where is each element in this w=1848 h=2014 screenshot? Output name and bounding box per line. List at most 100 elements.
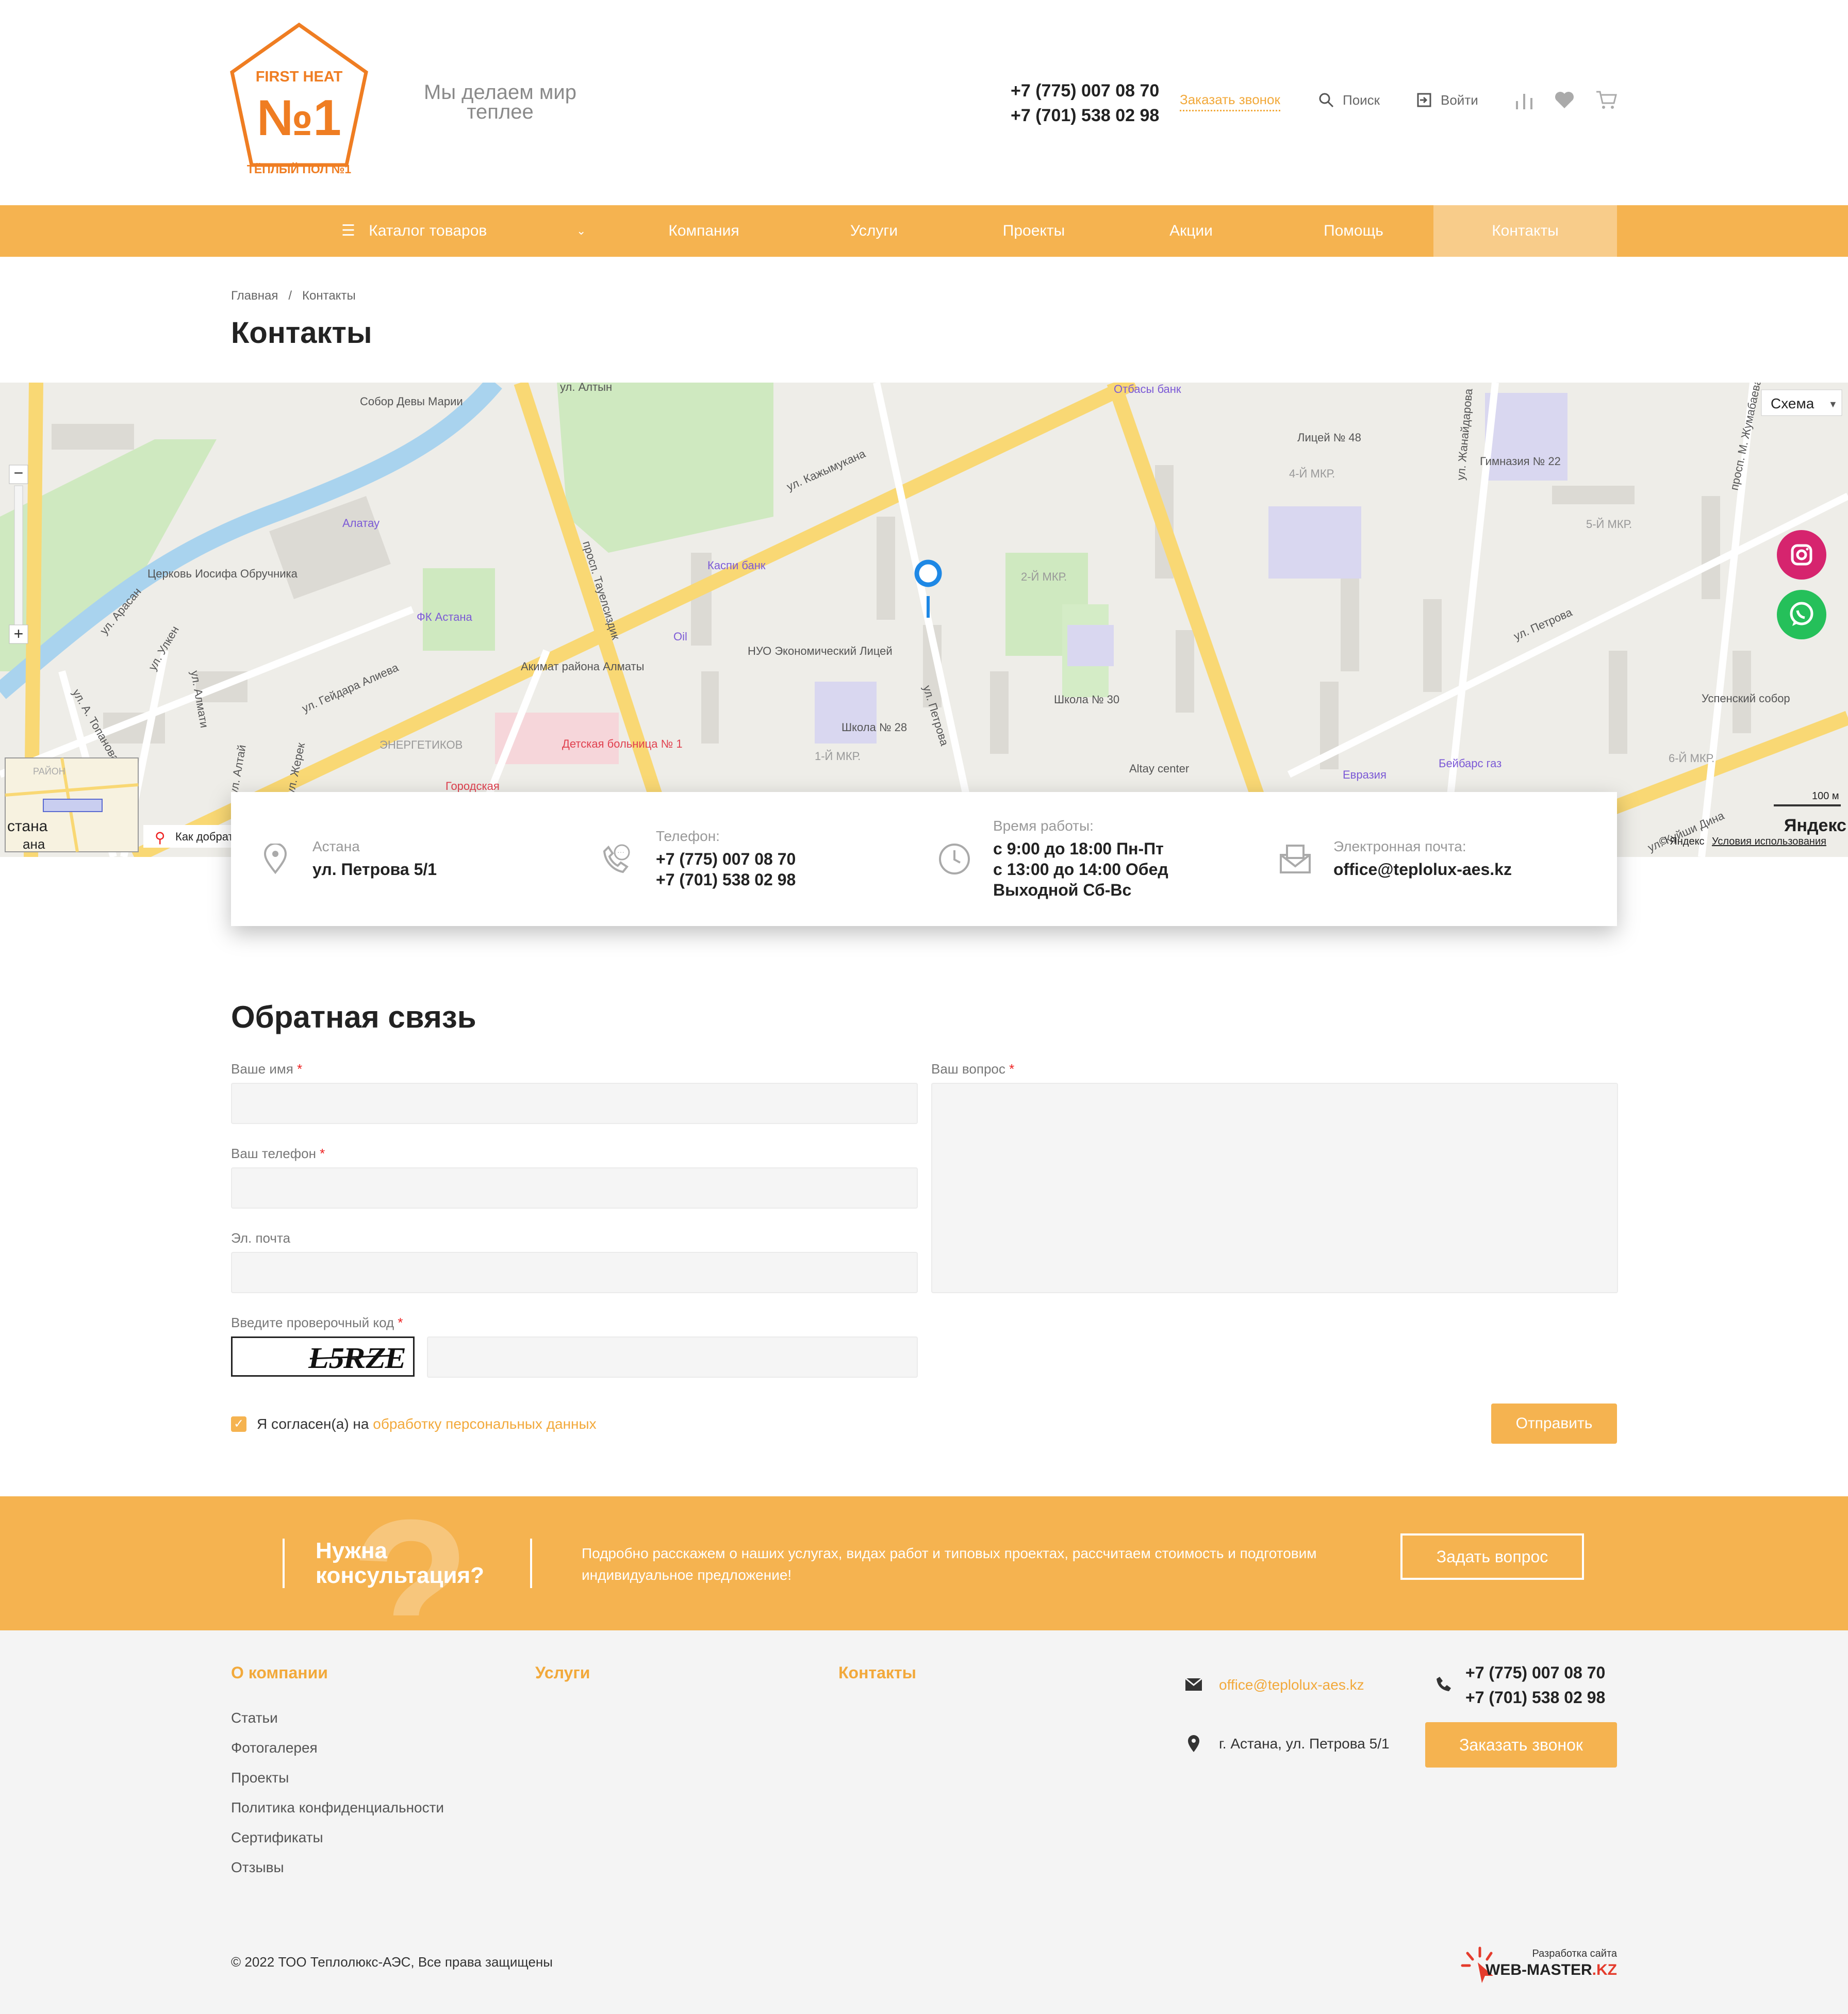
footer-link-reviews[interactable]: Отзывы (231, 1859, 284, 1876)
info-hours: Время работы: с 9:00 до 18:00 Пн-Пт с 13… (937, 792, 1168, 926)
main-nav: ☰ Каталог товаров ⌄ Компания Услуги Прое… (0, 205, 1848, 257)
question-label: Ваш вопрос * (931, 1061, 1015, 1077)
whatsapp-button[interactable] (1777, 590, 1826, 639)
nav-services[interactable]: Услуги (789, 205, 959, 257)
footer-phones[interactable]: +7 (775) 007 08 70 +7 (701) 538 02 98 (1465, 1660, 1605, 1710)
cart-button[interactable] (1595, 89, 1618, 114)
phone-icon (1434, 1676, 1452, 1696)
footer-email[interactable]: office@teplolux-aes.kz (1219, 1677, 1364, 1693)
header-phone1[interactable]: +7 (775) 007 08 70 (1011, 78, 1159, 103)
consultation-title: Нужна консультация? (316, 1538, 485, 1588)
footer-link-certificates[interactable]: Сертификаты (231, 1829, 323, 1846)
footer-phone2[interactable]: +7 (701) 538 02 98 (1465, 1685, 1605, 1710)
footer-link-articles[interactable]: Статьи (231, 1710, 278, 1726)
cart-icon (1596, 91, 1617, 109)
nav-catalog[interactable]: ☰ Каталог товаров ⌄ (330, 205, 608, 257)
callback-link[interactable]: Заказать звонок (1180, 92, 1280, 111)
map-label: Гимназия № 22 (1480, 455, 1561, 468)
nav-promos[interactable]: Акции (1109, 205, 1274, 257)
privacy-link[interactable]: обработку персональных данных (373, 1416, 596, 1432)
zoom-out-icon[interactable]: − (14, 464, 24, 482)
favorites-button[interactable] (1553, 89, 1576, 114)
copyright: © 2022 ТОО Теплолюкс-АЭС, Все права защи… (231, 1954, 553, 1970)
header-phone2[interactable]: +7 (701) 538 02 98 (1011, 103, 1159, 128)
info-address-value: ул. Петрова 5/1 (312, 860, 437, 879)
location-pin-icon (1187, 1735, 1200, 1756)
info-phone-label: Телефон: (656, 828, 720, 844)
login-link[interactable]: Войти (1416, 92, 1478, 108)
info-hours2: с 13:00 до 14:00 Обед (993, 860, 1168, 879)
footer-link-projects[interactable]: Проекты (231, 1770, 289, 1786)
footer-link-gallery[interactable]: Фотогалерея (231, 1740, 318, 1756)
map-label: Oil (673, 630, 687, 643)
search-label: Поиск (1343, 92, 1380, 108)
email-input[interactable] (231, 1252, 918, 1293)
info-hours-label: Время работы: (993, 818, 1094, 834)
search-link[interactable]: Поиск (1318, 92, 1380, 108)
mini-map-label: стана (7, 818, 48, 835)
name-input[interactable] (231, 1083, 918, 1124)
consent-checkbox[interactable]: ✓ (231, 1416, 246, 1432)
footer-link-privacy[interactable]: Политика конфиденциальности (231, 1800, 444, 1816)
compare-button[interactable] (1513, 89, 1536, 114)
info-phone2[interactable]: +7 (701) 538 02 98 (656, 869, 796, 890)
contact-info-card: Астана ул. Петрова 5/1 ··· Телефон: +7 (… (231, 792, 1617, 926)
phone-icon: ··· (603, 844, 630, 873)
feedback-title: Обратная связь (231, 1000, 476, 1034)
map-label: Успенский собор (1702, 692, 1790, 705)
zoom-in-icon[interactable]: + (14, 624, 24, 643)
nav-help[interactable]: Помощь (1274, 205, 1433, 257)
nav-contacts[interactable]: Контакты (1433, 205, 1617, 257)
info-hours1: с 9:00 до 18:00 Пн-Пт (993, 839, 1164, 858)
footer-phone1[interactable]: +7 (775) 007 08 70 (1465, 1660, 1605, 1685)
header-phones[interactable]: +7 (775) 007 08 70 +7 (701) 538 02 98 (1011, 78, 1159, 128)
map-canvas[interactable]: ул. Кажымукана просп. Тауелсиздик ул. Ге… (0, 383, 1848, 857)
instagram-button[interactable] (1777, 530, 1826, 580)
footer-callback-button[interactable]: Заказать звонок (1425, 1722, 1617, 1768)
map-label: НУО Экономический Лицей (748, 645, 893, 657)
clock-icon (939, 844, 970, 874)
ask-question-button[interactable]: Задать вопрос (1400, 1533, 1584, 1580)
map-terms-link[interactable]: Условия использования (1712, 836, 1826, 847)
info-email: Электронная почта: office@teplolux-aes.k… (1279, 792, 1512, 926)
question-textarea[interactable] (931, 1083, 1618, 1293)
breadcrumb-home[interactable]: Главная (231, 289, 278, 303)
email-label: Эл. почта (231, 1230, 291, 1246)
nav-company[interactable]: Компания (619, 205, 789, 257)
logo-top-text: FIRST HEAT (256, 69, 343, 85)
instagram-icon (1791, 544, 1812, 566)
yandex-map[interactable]: ул. Кажымукана просп. Тауелсиздик ул. Ге… (0, 383, 1848, 857)
mini-map[interactable]: стана ана РАЙОН (5, 757, 139, 852)
map-label: 1-Й МКР. (815, 750, 861, 763)
heart-icon (1555, 92, 1574, 108)
footer-about-title[interactable]: О компании (231, 1663, 328, 1682)
svg-text:···: ··· (617, 848, 624, 856)
name-label: Ваше имя * (231, 1061, 303, 1077)
chevron-down-icon: ⌄ (576, 224, 586, 237)
captcha-input[interactable] (427, 1336, 918, 1378)
nav-projects[interactable]: Проекты (959, 205, 1109, 257)
map-type-selector[interactable]: Схема ▼ (1761, 389, 1842, 416)
slogan-line2: теплее (467, 101, 534, 123)
consent-text: Я согласен(а) на (257, 1416, 369, 1432)
info-email-value[interactable]: office@teplolux-aes.kz (1333, 859, 1512, 880)
breadcrumb: Главная / Контакты (231, 289, 356, 303)
phone-input[interactable] (231, 1167, 918, 1209)
captcha-label: Введите проверочный код * (231, 1315, 403, 1330)
menu-icon: ☰ (341, 222, 355, 239)
captcha-image: L5RZE (231, 1336, 415, 1377)
site-slogan: Мы делаем мир теплее (392, 82, 608, 122)
info-phone1[interactable]: +7 (775) 007 08 70 (656, 849, 796, 869)
site-logo[interactable]: FIRST HEAT №1 ТЁПЛЫЙ ПОЛ №1 (227, 21, 371, 186)
login-label: Войти (1441, 92, 1478, 108)
mail-icon (1280, 845, 1311, 873)
map-label: ФК Астана (417, 610, 473, 623)
developer-credit[interactable]: Разработка сайта WEB-MASTER.KZ (1459, 1944, 1617, 1990)
footer-services-title[interactable]: Услуги (535, 1663, 590, 1682)
submit-button[interactable]: Отправить (1491, 1404, 1617, 1444)
consultation-banner: ? Нужна консультация? Подробно расскажем… (0, 1496, 1848, 1630)
map-label: ЭНЕРГЕТИКОВ (380, 738, 463, 751)
footer-contacts-title[interactable]: Контакты (838, 1663, 916, 1682)
footer-address: г. Астана, ул. Петрова 5/1 (1219, 1736, 1390, 1752)
pin-icon: ⚲ (155, 830, 166, 846)
